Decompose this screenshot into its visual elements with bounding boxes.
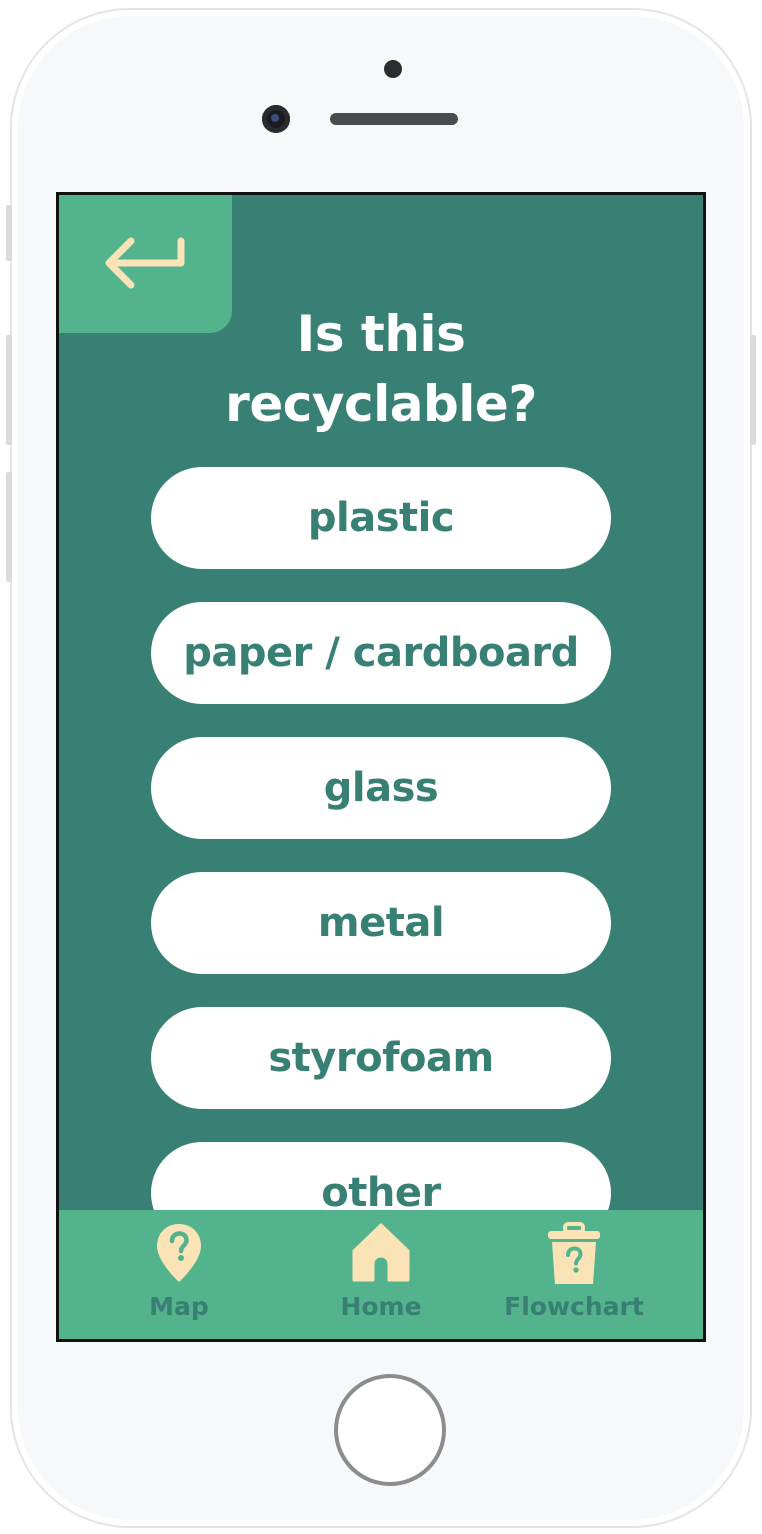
tab-home[interactable]: Home bbox=[316, 1210, 446, 1339]
tab-map[interactable]: Map bbox=[114, 1210, 244, 1339]
tab-map-label: Map bbox=[149, 1292, 209, 1321]
earpiece-speaker bbox=[330, 113, 458, 125]
option-paper-cardboard-button[interactable]: paper / cardboard bbox=[151, 602, 611, 704]
tab-home-label: Home bbox=[340, 1292, 422, 1321]
volume-up-button bbox=[6, 335, 12, 445]
house-icon bbox=[351, 1222, 411, 1288]
page-title: Is this recyclable? bbox=[59, 299, 703, 439]
tab-flowchart[interactable]: Flowchart bbox=[499, 1210, 649, 1339]
material-options-list: plastic paper / cardboard glass metal st… bbox=[151, 467, 611, 1277]
map-pin-question-icon bbox=[155, 1222, 203, 1288]
tab-flowchart-label: Flowchart bbox=[504, 1292, 644, 1321]
option-metal-button[interactable]: metal bbox=[151, 872, 611, 974]
power-button bbox=[750, 335, 756, 445]
option-glass-button[interactable]: glass bbox=[151, 737, 611, 839]
home-button[interactable] bbox=[334, 1374, 446, 1486]
volume-down-button bbox=[6, 472, 12, 582]
app-screen: Is this recyclable? plastic paper / card… bbox=[56, 192, 706, 1342]
title-line-1: Is this bbox=[296, 305, 466, 363]
option-styrofoam-button[interactable]: styrofoam bbox=[151, 1007, 611, 1109]
trash-question-icon bbox=[546, 1222, 602, 1290]
mute-switch bbox=[6, 205, 12, 261]
front-camera bbox=[262, 105, 290, 133]
option-plastic-button[interactable]: plastic bbox=[151, 467, 611, 569]
proximity-sensor bbox=[384, 60, 402, 78]
title-line-2: recyclable? bbox=[225, 375, 537, 433]
bottom-tab-bar: Map Home Flowchart bbox=[59, 1210, 703, 1339]
